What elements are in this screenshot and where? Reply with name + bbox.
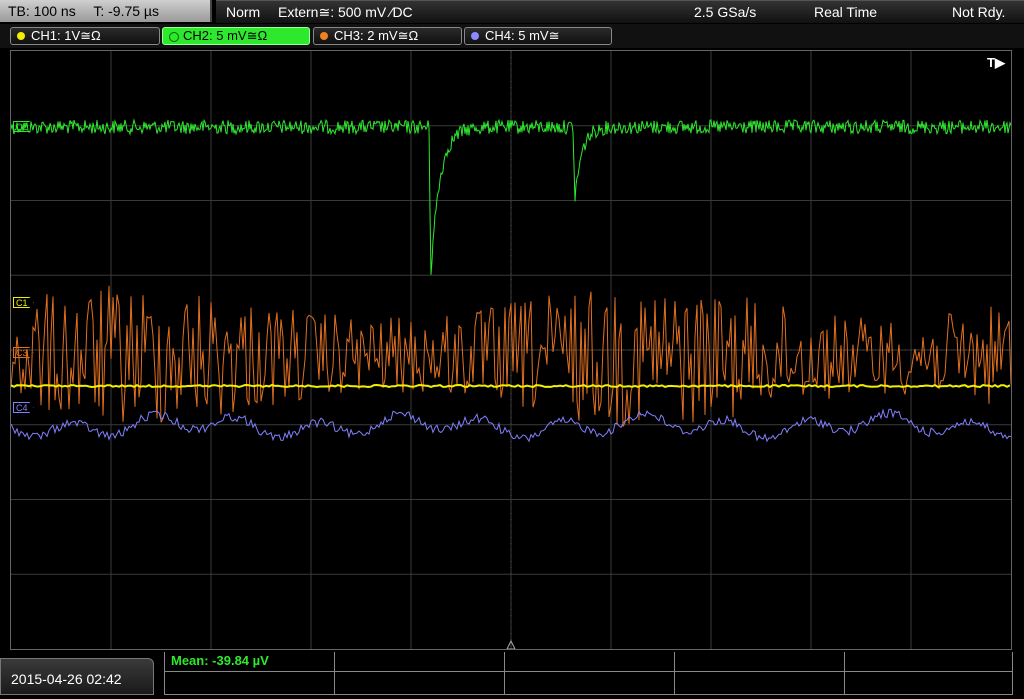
channel-4-tab[interactable]: CH4: 5 mV≅ — [464, 27, 612, 45]
measurement-cell[interactable] — [845, 672, 1013, 695]
bottom-bar: 2015-04-26 02:42 Mean: -39.84 µV — [0, 652, 1024, 695]
ch4-label: CH4: 5 mV≅ — [485, 28, 560, 43]
channel-3-tab[interactable]: CH3: 2 mV≅Ω — [313, 27, 462, 45]
channel-1-tab[interactable]: CH1: 1V≅Ω — [10, 27, 160, 45]
acquisition-mode[interactable]: Real Time — [814, 1, 877, 23]
measurement-cell[interactable] — [505, 652, 675, 672]
ch2-offset-marker[interactable]: C2 — [13, 121, 34, 132]
measurement-table: Mean: -39.84 µV — [164, 652, 1013, 695]
mean-measurement: Mean: -39.84 µV — [171, 653, 269, 668]
measurement-cell[interactable] — [675, 652, 845, 672]
ch1-offset-marker[interactable]: C1 — [13, 297, 34, 308]
ch4-dot-icon — [471, 32, 479, 40]
trigger-info-bar[interactable]: Norm Extern≅: 500 mV ⁄DC 2.5 GSa/s Real … — [216, 0, 1024, 23]
ch1-trace — [11, 383, 1011, 389]
measurement-cell[interactable] — [335, 652, 505, 672]
sample-rate[interactable]: 2.5 GSa/s — [694, 1, 756, 23]
date-time-display[interactable]: 2015-04-26 02:42 — [0, 658, 154, 695]
ch2-label: CH2: 5 mV≅Ω — [183, 28, 268, 43]
run-status[interactable]: Not Rdy. — [952, 1, 1005, 23]
measurement-cell[interactable] — [335, 672, 505, 695]
timebase-label: TB: 100 ns — [8, 3, 76, 19]
ch4-offset-marker[interactable]: C4 — [13, 402, 34, 413]
status-bar: TB: 100 ns T: -9.75 µs Norm Extern≅: 500… — [0, 0, 1024, 24]
trigger-mode[interactable]: Norm — [226, 1, 260, 23]
measurement-cell[interactable] — [675, 672, 845, 695]
measurement-cell[interactable]: Mean: -39.84 µV — [165, 652, 335, 672]
channel-2-tab[interactable]: CH2: 5 mV≅Ω — [162, 27, 310, 45]
channel-bar: CH1: 1V≅Ω CH2: 5 mV≅Ω CH3: 2 mV≅Ω CH4: 5… — [0, 24, 1024, 48]
ch3-offset-marker[interactable]: C3 — [13, 347, 34, 358]
waveform-display[interactable]: T▶ C2 C1 C3 C4 — [10, 50, 1012, 650]
trigger-time-label: T: -9.75 µs — [93, 3, 159, 19]
measurement-cell[interactable] — [165, 672, 335, 695]
trigger-marker-icon: T▶ — [987, 55, 1005, 70]
ch3-label: CH3: 2 mV≅Ω — [334, 28, 419, 43]
measurement-cell[interactable] — [505, 672, 675, 695]
ch3-dot-icon — [320, 32, 328, 40]
ch1-dot-icon — [17, 32, 25, 40]
ch1-label: CH1: 1V≅Ω — [31, 28, 101, 43]
timebase-box[interactable]: TB: 100 ns T: -9.75 µs — [0, 0, 212, 22]
ch2-dot-icon — [169, 32, 179, 42]
trigger-source[interactable]: Extern≅: 500 mV ⁄DC — [278, 1, 413, 23]
waveform-canvas[interactable] — [11, 51, 1011, 649]
measurement-cell[interactable] — [845, 652, 1013, 672]
